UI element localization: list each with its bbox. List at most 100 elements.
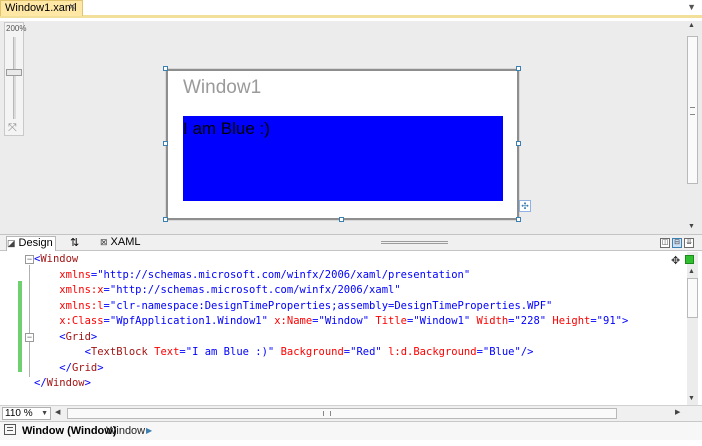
code-token: Grid (71, 361, 98, 374)
window-title: Window1 (183, 77, 262, 98)
code-token: l:d.Background (388, 346, 477, 358)
code-token: < (34, 330, 66, 343)
breadcrumb-item[interactable]: Window (106, 425, 145, 437)
tab-xaml[interactable]: ⊠ XAML (100, 236, 144, 251)
scroll-left-icon[interactable]: ◀ (55, 408, 60, 416)
code-line[interactable]: <TextBlock Text="I am Blue :)" Backgroun… (34, 345, 534, 360)
close-icon[interactable]: × (69, 1, 75, 13)
scroll-right-icon[interactable]: ▶ (675, 408, 680, 416)
scroll-down-icon[interactable]: ▼ (688, 395, 695, 402)
code-line[interactable]: </Grid> (34, 361, 104, 376)
status-indicator (685, 255, 694, 264)
code-token: x:Name (274, 315, 313, 327)
scroll-up-icon[interactable]: ▲ (688, 268, 695, 275)
code-token: < (34, 346, 91, 358)
code-token: ="http://schemas.microsoft.com/winfx/200… (103, 284, 401, 296)
code-token: Window (46, 377, 85, 389)
editor-hscroll-row: 110 % ▼ ◀ ▶ (0, 405, 702, 421)
code-token: </ (34, 361, 72, 374)
code-token: ="Window" (312, 315, 376, 327)
code-line[interactable]: </Window> (34, 376, 91, 391)
editor-horizontal-scrollbar[interactable]: ◀ ▶ (55, 408, 685, 420)
zoom-dropdown[interactable]: 110 % ▼ (2, 407, 51, 420)
code-line[interactable]: <Window (34, 252, 78, 267)
code-token: xmlns:l (34, 299, 104, 312)
grid-adorner-icon[interactable]: ✣ (519, 200, 531, 212)
collapse-icon[interactable]: − (25, 333, 34, 342)
textblock-preview[interactable]: I am Blue :) (183, 116, 503, 201)
chevron-down-icon[interactable]: ▼ (687, 2, 696, 12)
code-token: > (84, 377, 91, 389)
code-token: xmlns (34, 268, 91, 281)
zoom-slider[interactable]: 200% ⤧ (4, 22, 27, 136)
designer-vertical-scrollbar[interactable]: ▲ ▼ (687, 22, 698, 233)
resize-handle[interactable] (163, 66, 168, 71)
tab-design[interactable]: ◪ Design (6, 236, 56, 251)
designer-window-preview[interactable]: Window1 I am Blue :) (166, 69, 519, 220)
code-token: ="Red" (343, 346, 389, 358)
scroll-thumb[interactable] (687, 278, 698, 318)
code-token: Width (476, 315, 509, 327)
code-line[interactable]: x:Class="WpfApplication1.Window1" x:Name… (34, 314, 628, 329)
zoom-thumb[interactable] (6, 69, 22, 76)
tab-design-label: Design (18, 237, 53, 249)
resize-handle[interactable] (516, 66, 521, 71)
swap-panes-button[interactable]: ⇅ (70, 236, 88, 251)
chevron-down-icon: ▼ (41, 410, 48, 417)
document-outline-icon[interactable] (4, 424, 16, 435)
zoom-max-label: 200% (6, 24, 27, 33)
code-token: ="228" (508, 315, 553, 327)
code-token: ="Window1" (407, 315, 477, 327)
scroll-up-icon[interactable]: ▲ (688, 22, 695, 29)
tab-xaml-label: XAML (110, 236, 141, 248)
bottom-edge (0, 440, 702, 446)
code-token: </ (34, 377, 47, 389)
code-token: TextBlock (90, 346, 155, 358)
tab-window1-xaml[interactable]: Window1.xaml × (0, 0, 83, 16)
code-token: ="91"> (590, 315, 629, 327)
code-token: Background (280, 346, 344, 358)
design-surface[interactable]: 200% ⤧ Window1 I am Blue :) ✣ ▲ ▼ (0, 21, 702, 234)
fit-to-window-icon[interactable]: ⤧ (8, 122, 17, 135)
tab-label: Window1.xaml (5, 2, 77, 14)
outline-guide (29, 265, 30, 377)
resize-handle[interactable] (163, 217, 168, 222)
document-tab-strip: Window1.xaml × ▼ (0, 0, 702, 18)
code-line[interactable]: xmlns="http://schemas.microsoft.com/winf… (34, 268, 470, 283)
design-icon: ◪ (7, 238, 16, 248)
split-editor-icon[interactable]: ✥ (671, 254, 680, 267)
selection-breadcrumb-bar: Window (Window) Window ▶ (0, 421, 702, 440)
code-line[interactable]: xmlns:l="clr-namespace:DesignTimePropert… (34, 299, 552, 314)
resize-handle[interactable] (516, 141, 521, 146)
code-token: ="Blue"/> (476, 346, 534, 358)
code-token: Text (154, 346, 180, 358)
split-grip[interactable] (381, 241, 448, 244)
zoom-value: 110 % (5, 408, 33, 419)
collapse-pane-icon[interactable]: ⇊ (684, 238, 694, 248)
xaml-icon: ⊠ (100, 237, 108, 247)
resize-handle[interactable] (163, 141, 168, 146)
scroll-thumb[interactable] (687, 36, 698, 184)
scroll-down-icon[interactable]: ▼ (688, 223, 695, 230)
zoom-track (13, 37, 16, 119)
code-token: ="I am Blue :)" (179, 346, 281, 358)
code-token: x:Class (34, 315, 104, 327)
textblock-text: I am Blue :) (183, 119, 270, 138)
resize-handle[interactable] (516, 217, 521, 222)
code-token: > (90, 330, 98, 343)
design-xaml-splitbar: ◪ Design ⇅ ⊠ XAML ◫ ⊟ ⇊ (0, 234, 702, 251)
vertical-split-icon[interactable]: ◫ (660, 238, 670, 248)
horizontal-split-icon[interactable]: ⊟ (672, 238, 682, 248)
code-token: > (97, 361, 104, 374)
scroll-thumb[interactable] (67, 408, 617, 419)
change-tracking-bar (18, 281, 22, 372)
code-line[interactable]: xmlns:x="http://schemas.microsoft.com/wi… (34, 283, 401, 298)
code-token: ="WpfApplication1.Window1" (103, 315, 275, 327)
breadcrumb-arrow-icon[interactable]: ▶ (146, 426, 152, 435)
collapse-icon[interactable]: − (25, 255, 34, 264)
breadcrumb-active[interactable]: Window (Window) (22, 425, 117, 437)
code-token: Window (40, 253, 79, 265)
code-line[interactable]: <Grid> (34, 330, 97, 345)
resize-handle[interactable] (339, 217, 344, 222)
editor-vertical-scrollbar[interactable]: ▲ ▼ (687, 252, 698, 405)
